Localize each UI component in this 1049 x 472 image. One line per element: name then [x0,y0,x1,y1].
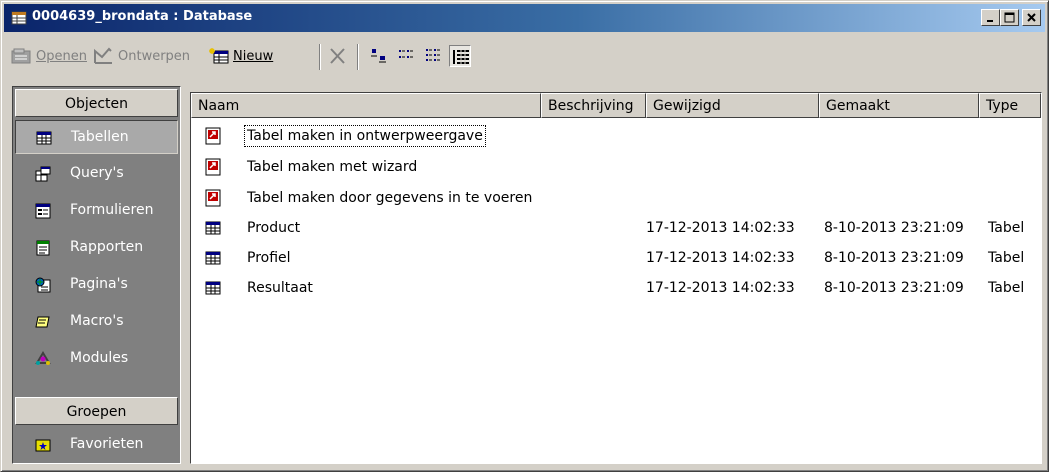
toolbar: Openen Ontwerpen Nieuw [5,36,1044,72]
sidebar-item-label: Pagina's [70,276,128,292]
objects-header-button[interactable]: Objecten [15,89,178,117]
item-created: 8-10-2013 23:21:09 [824,220,964,236]
item-created: 8-10-2013 23:21:09 [824,250,964,266]
database-window-icon [11,11,27,25]
item-name: Tabel maken door gegevens in te voeren [247,190,533,206]
object-list: Naam Beschrijving Gewijzigd Gemaakt Type… [190,92,1042,464]
sidebar-item-favorites[interactable]: Favorieten [15,428,178,462]
details-icon [453,50,469,64]
sidebar-item-label: Tabellen [71,129,129,145]
database-window: 0004639_brondata : Database Openen Ontwe… [0,0,1049,472]
toolbar-separator [357,44,359,70]
small-icons-icon [399,50,413,58]
sidebar-item-macros[interactable]: Macro's [15,305,178,339]
item-name: Tabel maken met wizard [247,159,418,175]
column-header-row: Naam Beschrijving Gewijzigd Gemaakt Type [191,93,1041,118]
window-title: 0004639_brondata : Database [32,9,253,24]
form-icon [35,203,51,219]
minimize-icon [987,20,993,22]
open-icon [11,48,31,64]
large-icons-view-button[interactable] [368,45,390,67]
list-icon [426,49,440,61]
query-icon [35,166,51,182]
table-row[interactable]: Product 17-12-2013 14:02:33 8-10-2013 23… [191,214,1041,244]
report-icon [36,240,50,256]
item-name: Product [247,220,301,236]
table-icon [205,221,221,235]
table-icon [205,251,221,265]
table-icon [205,281,221,295]
column-header-modified[interactable]: Gewijzigd [646,93,819,118]
close-button[interactable] [1022,9,1041,26]
shortcut-icon [205,189,221,207]
module-icon [35,351,51,365]
new-label: Nieuw [233,48,274,64]
item-name: Tabel maken in ontwerpweergave [244,125,486,147]
large-icons-icon [371,49,386,63]
page-icon [35,277,51,293]
item-type: Tabel [988,280,1025,296]
item-name: Resultaat [247,280,313,296]
list-item[interactable]: Tabel maken in ontwerpweergave [191,122,1041,152]
sidebar-item-label: Modules [70,350,129,366]
sidebar-item-label: Formulieren [70,202,154,218]
sidebar-item-queries[interactable]: Query's [15,157,178,191]
list-item[interactable]: Tabel maken door gegevens in te voeren [191,184,1041,214]
new-button[interactable]: Nieuw [208,44,273,68]
maximize-button[interactable] [1000,9,1019,26]
details-view-button[interactable] [449,45,471,67]
item-modified: 17-12-2013 14:02:33 [646,280,795,296]
sidebar-item-modules[interactable]: Modules [15,342,178,376]
item-created: 8-10-2013 23:21:09 [824,280,964,296]
sidebar-item-label: Macro's [70,313,124,329]
shortcut-icon [205,158,221,176]
design-button[interactable]: Ontwerpen [93,44,190,68]
item-modified: 17-12-2013 14:02:33 [646,250,795,266]
sidebar-item-tables[interactable]: Tabellen [15,120,178,154]
minimize-button[interactable] [981,9,1000,26]
list-view-button[interactable] [422,45,444,67]
design-icon [94,47,112,64]
column-header-type[interactable]: Type [979,93,1041,118]
sidebar-item-label: Query's [70,165,124,181]
column-header-description[interactable]: Beschrijving [541,93,646,118]
column-header-name[interactable]: Naam [191,93,541,118]
toolbar-separator [319,44,321,70]
sidebar-item-pages[interactable]: Pagina's [15,268,178,302]
item-type: Tabel [988,250,1025,266]
sidebar-item-label: Rapporten [70,239,144,255]
macro-icon [35,316,50,328]
design-label: Ontwerpen [118,48,191,64]
open-label: Openen [36,48,87,64]
small-icons-view-button[interactable] [395,45,417,67]
table-row[interactable]: Profiel 17-12-2013 14:02:33 8-10-2013 23… [191,244,1041,274]
favorites-icon [35,439,51,452]
item-type: Tabel [988,220,1025,236]
groups-header-button[interactable]: Groepen [15,397,178,425]
close-icon [1027,13,1036,22]
column-header-created[interactable]: Gemaakt [819,93,979,118]
delete-button[interactable] [327,44,352,68]
list-item[interactable]: Tabel maken met wizard [191,153,1041,183]
new-icon [209,48,229,64]
title-bar[interactable]: 0004639_brondata : Database [4,4,1045,32]
item-name: Profiel [247,250,291,266]
table-row[interactable]: Resultaat 17-12-2013 14:02:33 8-10-2013 … [191,274,1041,304]
open-button[interactable]: Openen [11,44,87,68]
sidebar-item-reports[interactable]: Rapporten [15,231,178,265]
sidebar-item-label: Favorieten [70,436,144,452]
sidebar-item-forms[interactable]: Formulieren [15,194,178,228]
delete-x-icon [330,48,345,64]
maximize-icon [1004,12,1015,23]
item-modified: 17-12-2013 14:02:33 [646,220,795,236]
table-icon [36,131,52,145]
shortcut-icon [205,127,221,145]
objects-bar: Objecten Tabellen Query's Formulieren Ra… [12,86,181,464]
